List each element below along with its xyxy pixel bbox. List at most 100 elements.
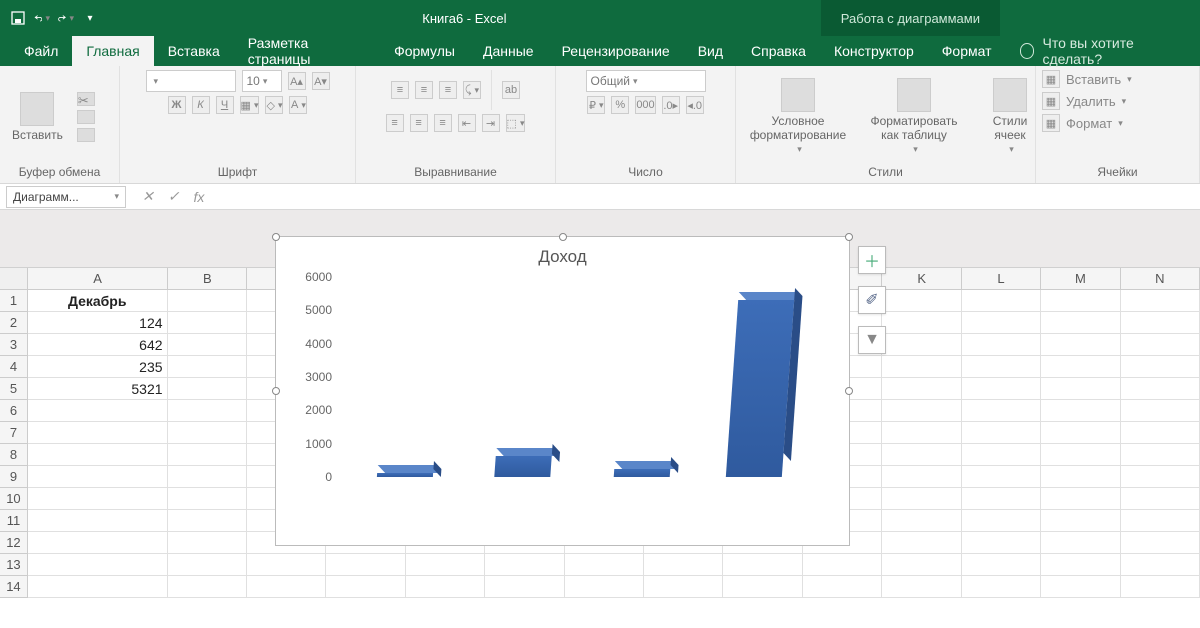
row-header[interactable]: 10 [0, 488, 28, 510]
align-left-icon[interactable]: ≡ [386, 114, 404, 132]
cell[interactable] [1121, 422, 1200, 444]
font-color-button[interactable]: A [289, 96, 307, 114]
cell[interactable] [406, 576, 485, 598]
tab-конструктор[interactable]: Конструктор [820, 36, 928, 66]
cell[interactable] [882, 554, 961, 576]
cell[interactable] [168, 488, 247, 510]
cell[interactable] [962, 576, 1041, 598]
cell[interactable] [1121, 554, 1200, 576]
cell[interactable] [962, 356, 1041, 378]
accounting-format-icon[interactable]: ₽ [587, 96, 605, 114]
row-header[interactable]: 14 [0, 576, 28, 598]
cell[interactable] [168, 378, 247, 400]
column-header[interactable]: M [1041, 268, 1120, 289]
name-box[interactable]: Диаграмм...▾ [6, 186, 126, 208]
cell[interactable] [882, 422, 961, 444]
customize-qat-icon[interactable]: ▾ [82, 10, 98, 26]
cell[interactable] [723, 554, 802, 576]
cell[interactable] [326, 576, 405, 598]
cell[interactable]: 235 [28, 356, 168, 378]
decrease-decimal-icon[interactable]: ◂.0 [686, 96, 704, 114]
format-painter-icon[interactable] [77, 128, 95, 142]
cell[interactable] [168, 532, 247, 554]
font-name-combo[interactable] [146, 70, 236, 92]
cell[interactable] [28, 488, 168, 510]
cell[interactable] [168, 290, 247, 312]
paste-button[interactable]: Вставить [6, 90, 69, 144]
column-header[interactable]: B [168, 268, 247, 289]
increase-indent-icon[interactable]: ⇥ [482, 114, 500, 132]
tellme-text[interactable]: Что вы хотите сделать? [1042, 35, 1186, 67]
tab-вид[interactable]: Вид [684, 36, 737, 66]
tab-формат[interactable]: Формат [928, 36, 1006, 66]
cell[interactable] [1041, 576, 1120, 598]
cell[interactable] [1121, 532, 1200, 554]
cell[interactable] [1041, 378, 1120, 400]
cell[interactable] [168, 356, 247, 378]
cell[interactable] [644, 576, 723, 598]
cell[interactable] [1041, 400, 1120, 422]
chart-title[interactable]: Доход [276, 237, 849, 271]
cell[interactable] [962, 290, 1041, 312]
align-bottom-icon[interactable]: ≡ [439, 81, 457, 99]
cell[interactable] [644, 554, 723, 576]
chart-object[interactable]: Доход 0100020003000400050006000 [275, 236, 850, 546]
save-icon[interactable] [10, 10, 26, 26]
cell[interactable] [1121, 510, 1200, 532]
cell[interactable] [168, 510, 247, 532]
delete-cells-button[interactable]: ▦Удалить▾ [1042, 92, 1126, 110]
cell[interactable] [1121, 312, 1200, 334]
cell[interactable] [803, 554, 882, 576]
cell[interactable] [326, 554, 405, 576]
cell[interactable] [882, 290, 961, 312]
redo-icon[interactable] [58, 10, 74, 26]
cell[interactable]: Декабрь [28, 290, 168, 312]
fx-icon[interactable]: fx [193, 189, 204, 205]
cell[interactable] [1121, 290, 1200, 312]
cell[interactable] [882, 488, 961, 510]
cell[interactable] [28, 466, 168, 488]
cell[interactable] [28, 422, 168, 444]
chart-styles-button[interactable]: ✐ [858, 286, 886, 314]
cancel-formula-icon[interactable]: ✕ [142, 188, 154, 205]
row-header[interactable]: 7 [0, 422, 28, 444]
cell[interactable] [247, 576, 326, 598]
resize-handle[interactable] [845, 233, 853, 241]
cell[interactable] [1041, 290, 1120, 312]
fill-color-button[interactable]: ◇ [265, 96, 283, 114]
cell[interactable] [28, 576, 168, 598]
row-header[interactable]: 2 [0, 312, 28, 334]
resize-handle[interactable] [272, 233, 280, 241]
cell[interactable] [168, 444, 247, 466]
orientation-icon[interactable]: ⤹ [463, 81, 481, 99]
cell[interactable] [882, 444, 961, 466]
undo-icon[interactable] [34, 10, 50, 26]
tab-разметка страницы[interactable]: Разметка страницы [234, 36, 380, 66]
format-as-table-button[interactable]: Форматировать как таблицу [858, 76, 970, 157]
tab-формулы[interactable]: Формулы [380, 36, 469, 66]
row-header[interactable]: 6 [0, 400, 28, 422]
tab-справка[interactable]: Справка [737, 36, 820, 66]
align-center-icon[interactable]: ≡ [410, 114, 428, 132]
cell[interactable] [962, 312, 1041, 334]
format-cells-button[interactable]: ▦Формат▾ [1042, 114, 1123, 132]
chart-plot-area[interactable]: 0100020003000400050006000 [336, 277, 829, 477]
cell[interactable] [962, 444, 1041, 466]
cell[interactable] [1121, 356, 1200, 378]
cell[interactable] [962, 378, 1041, 400]
borders-button[interactable]: ▦ [240, 96, 260, 114]
cell[interactable] [962, 488, 1041, 510]
cell[interactable]: 642 [28, 334, 168, 356]
cell[interactable] [1041, 532, 1120, 554]
column-header[interactable]: A [28, 268, 168, 289]
merge-cells-icon[interactable]: ⬚ [506, 114, 526, 132]
cell[interactable] [882, 378, 961, 400]
resize-handle[interactable] [845, 387, 853, 395]
cell[interactable] [1041, 488, 1120, 510]
row-header[interactable]: 1 [0, 290, 28, 312]
align-top-icon[interactable]: ≡ [391, 81, 409, 99]
cell[interactable] [1041, 312, 1120, 334]
cut-icon[interactable]: ✂ [77, 92, 95, 106]
grid[interactable]: ABCDEFGHIJKLMN 1Декабрь21243642423555321… [0, 210, 1200, 628]
cell[interactable] [565, 554, 644, 576]
